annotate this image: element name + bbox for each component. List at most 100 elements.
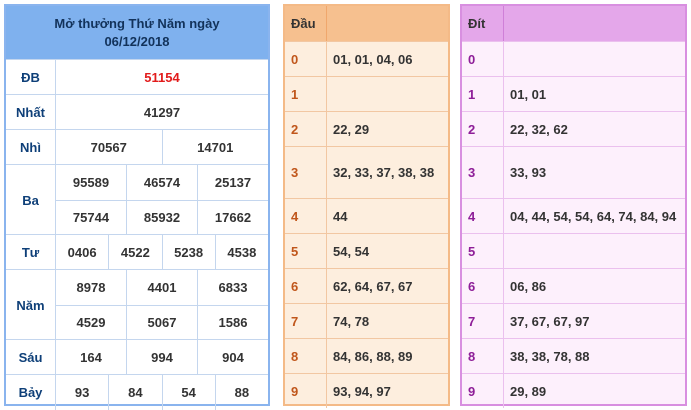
special-prize-number: 51154 <box>144 70 180 85</box>
head-row: 5 54, 54 <box>285 233 448 268</box>
head-digit: 4 <box>285 199 327 233</box>
head-table-header: Đầu <box>285 6 448 41</box>
prize-number: 88 <box>214 375 268 410</box>
tail-values <box>504 42 685 76</box>
head-digit: 0 <box>285 42 327 76</box>
head-values: 54, 54 <box>333 243 370 259</box>
head-row: 7 74, 78 <box>285 303 448 338</box>
prize-line: 93 84 54 88 <box>56 375 268 410</box>
prize-line: 0406 4522 5238 4538 <box>56 235 268 270</box>
head-values: 32, 33, 37, 38, 38 <box>333 165 435 180</box>
tail-values: 22, 32, 62 <box>510 121 568 137</box>
tail-digit: 7 <box>462 304 504 338</box>
head-values: 22, 29 <box>333 121 370 137</box>
tail-row: 2 22, 32, 62 <box>462 111 685 146</box>
prize-number: 6833 <box>197 270 268 305</box>
prize-number: 93 <box>74 385 90 400</box>
prize-number: 5238 <box>161 235 215 270</box>
tail-row: 1 01, 01 <box>462 76 685 111</box>
prize-number: 164 <box>80 350 102 365</box>
prize-number: 41297 <box>143 105 181 120</box>
head-values: 93, 94, 97 <box>333 383 391 399</box>
prize-number: 1586 <box>197 305 268 340</box>
tail-values: 04, 44, 54, 54, 64, 74, 84, 94 <box>510 208 677 224</box>
prize-row: Ba 95589 46574 25137 75744 85932 17662 <box>6 164 268 235</box>
results-title-line1: Mở thưởng Thứ Năm ngày <box>54 15 220 31</box>
tail-row: 7 37, 67, 67, 97 <box>462 303 685 338</box>
head-digit: 2 <box>285 112 327 146</box>
tail-row: 4 04, 44, 54, 54, 64, 74, 84, 94 <box>462 198 685 233</box>
prize-number: 0406 <box>67 245 97 260</box>
head-row: 0 01, 01, 04, 06 <box>285 41 448 76</box>
head-digit: 6 <box>285 269 327 303</box>
head-table: Đầu 0 01, 01, 04, 06 1 2 22, 29 3 32, 33, 37, … <box>283 4 450 408</box>
tail-table: Đít 0 1 01, 01 2 22, 32, 62 3 33, 93 4 04, 44, 5… <box>460 4 687 408</box>
prize-number: 5067 <box>126 305 197 340</box>
tail-digit: 5 <box>462 234 504 268</box>
head-values: 01, 01, 04, 06 <box>333 51 413 67</box>
prize-row: Nhì 70567 14701 <box>6 129 268 165</box>
prize-values: 0406 4522 5238 4538 <box>56 235 268 270</box>
head-values: 74, 78 <box>333 313 370 329</box>
tail-values <box>504 234 685 268</box>
prize-number: 75744 <box>72 210 110 226</box>
prize-label: Sáu <box>6 340 56 375</box>
head-digit: 9 <box>285 374 327 408</box>
prize-number: 70567 <box>90 140 127 155</box>
prize-row: Nhất 41297 <box>6 94 268 130</box>
tail-row: 6 06, 86 <box>462 268 685 303</box>
tail-row: 5 <box>462 233 685 268</box>
head-values: 44 <box>333 208 348 224</box>
prize-line: 51154 <box>56 60 268 95</box>
tail-table-header: Đít <box>462 6 685 41</box>
prize-line: 164 994 904 <box>56 340 268 375</box>
prize-row: ĐB 51154 <box>6 59 268 95</box>
head-digit: 1 <box>285 77 327 111</box>
prize-number: 8978 <box>76 279 106 295</box>
prize-number: 4538 <box>214 235 268 270</box>
prize-values: 41297 <box>56 95 268 130</box>
prize-row: Năm 8978 4401 6833 4529 5067 1586 <box>6 269 268 340</box>
tail-values: 33, 93 <box>510 165 547 180</box>
tail-digit: 3 <box>462 147 504 198</box>
prize-number: 17662 <box>197 200 268 235</box>
prize-number: 85932 <box>126 200 197 235</box>
prize-label: Năm <box>6 270 56 340</box>
prize-number: 904 <box>197 340 268 375</box>
prize-number: 14701 <box>161 130 269 165</box>
tail-digit: 2 <box>462 112 504 146</box>
tail-row: 9 29, 89 <box>462 373 685 408</box>
prize-line: 95589 46574 25137 <box>56 165 268 200</box>
tail-values: 37, 67, 67, 97 <box>510 313 590 329</box>
prize-number: 4529 <box>76 315 106 331</box>
head-row: 8 84, 86, 88, 89 <box>285 338 448 373</box>
head-values: 84, 86, 88, 89 <box>333 348 413 364</box>
prize-number: 46574 <box>126 165 197 200</box>
prize-label: ĐB <box>6 60 56 95</box>
head-row: 6 62, 64, 67, 67 <box>285 268 448 303</box>
tail-values: 38, 38, 78, 88 <box>510 348 590 364</box>
prize-number: 25137 <box>197 165 268 200</box>
prize-line: 75744 85932 17662 <box>56 199 268 235</box>
head-row: 4 44 <box>285 198 448 233</box>
results-date: 06/12/2018 <box>104 33 170 49</box>
prize-number: 95589 <box>72 174 110 190</box>
head-row: 3 32, 33, 37, 38, 38 <box>285 146 448 198</box>
prize-label: Tư <box>6 235 56 270</box>
tail-digit: 4 <box>462 199 504 233</box>
prize-values: 70567 14701 <box>56 130 268 165</box>
prize-row: Bảy 93 84 54 88 <box>6 374 268 410</box>
prize-line: 41297 <box>56 95 268 130</box>
head-row: 2 22, 29 <box>285 111 448 146</box>
prize-number: 994 <box>126 340 197 375</box>
head-values: 62, 64, 67, 67 <box>333 278 413 294</box>
tail-digit: 8 <box>462 339 504 373</box>
head-digit: 7 <box>285 304 327 338</box>
prize-number: 4401 <box>126 270 197 305</box>
tail-digit: 6 <box>462 269 504 303</box>
head-values <box>327 77 448 111</box>
prize-row: Tư 0406 4522 5238 4538 <box>6 234 268 270</box>
prize-label: Ba <box>6 165 56 235</box>
tail-values: 29, 89 <box>510 383 547 399</box>
prize-row: Sáu 164 994 904 <box>6 339 268 375</box>
